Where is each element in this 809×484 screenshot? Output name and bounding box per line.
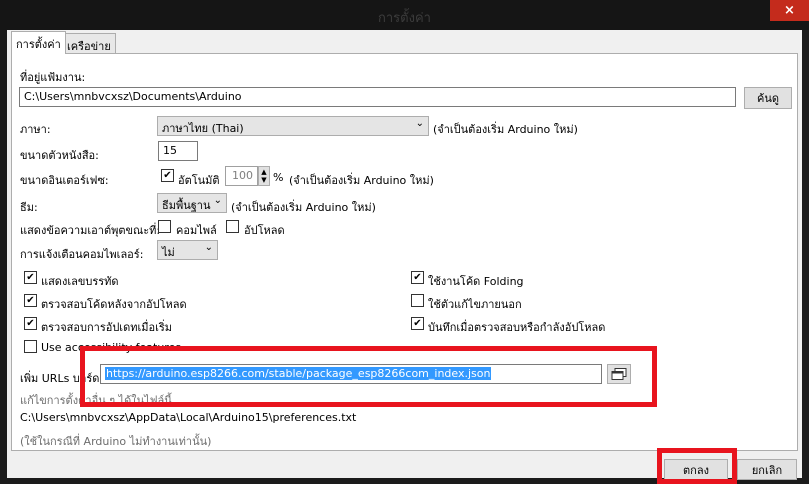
- chevron-down-icon: ⌄: [415, 118, 424, 129]
- code-folding-label: ใช้งานโค้ด Folding: [428, 275, 524, 288]
- check-icon: ✔: [26, 317, 35, 329]
- stepper-up-icon: ▲: [261, 168, 267, 176]
- check-updates-label: ตรวจสอบการอัปเดทเมื่อเริ่ม: [41, 321, 173, 334]
- verbose-upload-checkbox[interactable]: [226, 220, 239, 233]
- verify-after-upload-label: ตรวจสอบโค้ดหลังจากอัปโหลด: [41, 298, 187, 311]
- code-folding-checkbox[interactable]: ✔: [411, 271, 424, 284]
- font-size-input[interactable]: 15: [158, 141, 198, 161]
- tab-settings[interactable]: การตั้งค่า: [11, 31, 66, 54]
- close-icon: ×: [784, 3, 795, 18]
- compiler-warnings-label: การแจ้งเตือนคอมไพเลอร์:: [20, 248, 144, 261]
- cancel-button[interactable]: ยกเลิก: [737, 459, 797, 480]
- auto-scale-checkbox[interactable]: ✔: [161, 169, 174, 182]
- chevron-down-icon: ⌄: [204, 242, 213, 253]
- line-numbers-checkbox[interactable]: ✔: [24, 271, 37, 284]
- language-value: ภาษาไทย (Thai): [162, 122, 244, 135]
- scale-stepper[interactable]: ▲ ▼: [258, 166, 270, 186]
- save-on-verify-label: บันทึกเมื่อตรวจสอบหรือกำลังอัปโหลด: [428, 321, 606, 334]
- window-title: การตั้งค่า: [378, 11, 431, 26]
- check-updates-checkbox[interactable]: ✔: [24, 317, 37, 330]
- check-icon: ✔: [26, 294, 35, 306]
- font-size-label: ขนาดตัวหนังสือ:: [20, 149, 99, 162]
- auto-scale-label: อัตโนมัติ: [178, 174, 220, 187]
- verify-after-upload-checkbox[interactable]: ✔: [24, 294, 37, 307]
- theme-select[interactable]: ธีมพื้นฐาน ⌄: [157, 193, 227, 213]
- ok-button-highlight: [657, 448, 737, 484]
- theme-restart-note: (จำเป็นต้องเริ่ม Arduino ใหม่): [231, 201, 376, 214]
- accessibility-checkbox[interactable]: [24, 340, 37, 353]
- verbose-upload-label: อัปโหลด: [244, 224, 285, 237]
- language-label: ภาษา:: [20, 123, 51, 136]
- interface-scale-label: ขนาดอินเตอร์เฟซ:: [20, 174, 109, 187]
- prefs-file-path[interactable]: C:\Users\mnbvcxsz\AppData\Local\Arduino1…: [20, 411, 356, 424]
- close-button[interactable]: ×: [770, 0, 809, 21]
- chevron-down-icon: ⌄: [213, 195, 222, 206]
- prefs-note: (ใช้ในกรณีที่ Arduino ไม่ทำงานเท่านั้น): [20, 435, 212, 448]
- scale-restart-note: (จำเป็นต้องเริ่ม Arduino ใหม่): [289, 174, 434, 187]
- scale-value-input[interactable]: 100: [225, 166, 258, 186]
- compiler-warnings-select[interactable]: ไม่ ⌄: [157, 240, 218, 260]
- language-select[interactable]: ภาษาไทย (Thai) ⌄: [157, 116, 429, 136]
- theme-value: ธีมพื้นฐาน: [162, 199, 211, 212]
- browse-button[interactable]: ค้นดู: [744, 87, 792, 109]
- check-icon: ✔: [26, 271, 35, 283]
- sketchbook-label: ที่อยู่แฟ้มงาน:: [20, 71, 86, 84]
- tab-network[interactable]: เครือข่าย: [62, 33, 116, 54]
- verbose-label: แสดงข้อความเอาต์พุตขณะที่:: [20, 224, 161, 237]
- board-urls-highlight: [80, 346, 657, 407]
- verbose-compile-label: คอมไพล์: [176, 224, 217, 237]
- verbose-compile-checkbox[interactable]: [158, 220, 171, 233]
- scale-unit: %: [273, 171, 284, 184]
- language-restart-note: (จำเป็นต้องเริ่ม Arduino ใหม่): [433, 123, 578, 136]
- compiler-warnings-value: ไม่: [162, 246, 175, 259]
- stepper-down-icon: ▼: [261, 176, 267, 184]
- check-icon: ✔: [413, 271, 422, 283]
- external-editor-checkbox[interactable]: [411, 294, 424, 307]
- line-numbers-label: แสดงเลขบรรทัด: [41, 275, 119, 288]
- check-icon: ✔: [413, 317, 422, 329]
- theme-label: ธีม:: [20, 201, 38, 214]
- external-editor-label: ใช้ตัวแก้ไขภายนอก: [428, 298, 522, 311]
- save-on-verify-checkbox[interactable]: ✔: [411, 317, 424, 330]
- check-icon: ✔: [163, 169, 172, 181]
- sketchbook-path-input[interactable]: C:\Users\mnbvcxsz\Documents\Arduino: [19, 87, 736, 107]
